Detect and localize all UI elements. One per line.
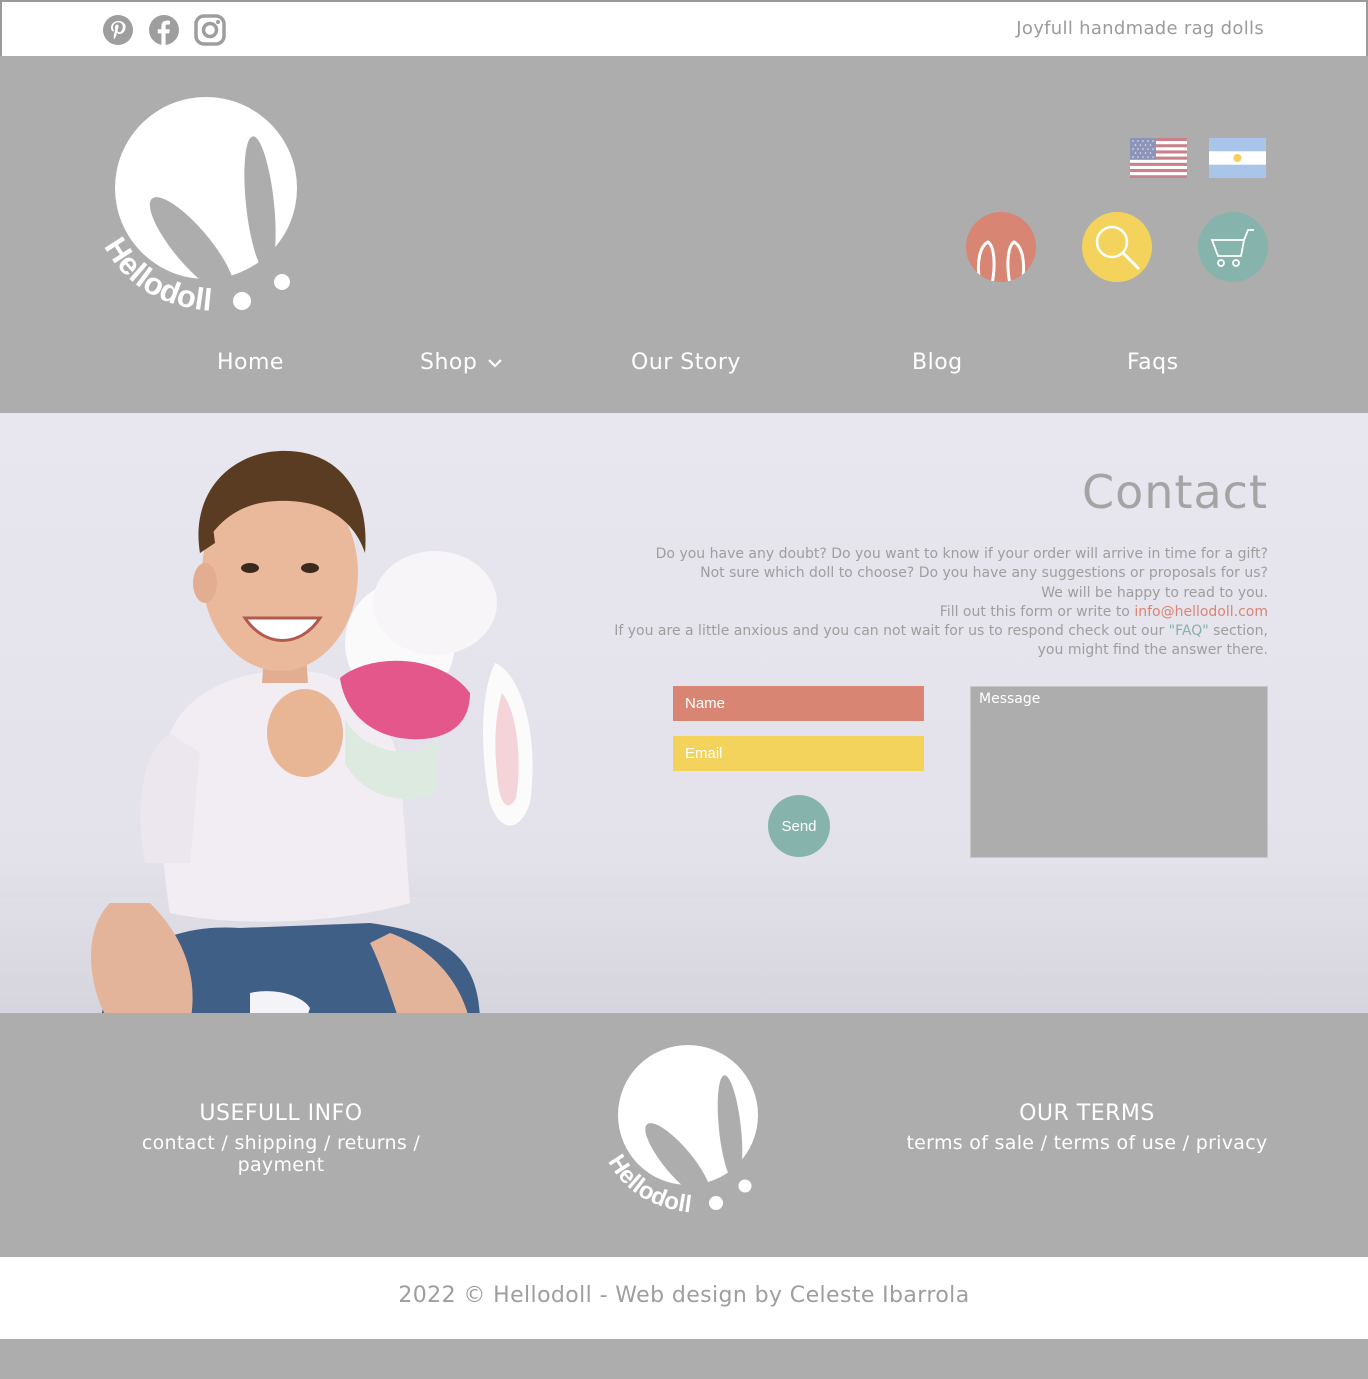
cart-button[interactable] <box>1198 212 1268 282</box>
nav-home[interactable]: Home <box>217 350 284 375</box>
faq-link[interactable]: "FAQ" <box>1169 623 1209 639</box>
contact-line-5-prefix: If you are a little anxious and you can … <box>614 623 1169 640</box>
useful-info-title: USEFULL INFO <box>199 1101 363 1126</box>
useful-info-links: contact / shipping / returns / payment <box>141 1132 421 1176</box>
message-field[interactable] <box>970 686 1268 858</box>
our-terms-links: terms of sale / terms of use / privacy <box>906 1132 1268 1154</box>
argentina-flag-icon[interactable] <box>1209 138 1266 178</box>
contact-description: Do you have any doubt? Do you want to kn… <box>548 545 1268 661</box>
footer-link-terms-of-sale[interactable]: terms of sale <box>906 1132 1034 1154</box>
cart-icon <box>1210 229 1254 267</box>
copyright-text: 2022 © Hellodoll - Web design by Celeste… <box>398 1283 970 1308</box>
hellodoll-logo[interactable]: Hellodoll <box>96 96 316 326</box>
name-field[interactable] <box>673 686 924 721</box>
our-terms: OUR TERMS terms of sale / terms of use /… <box>906 1101 1268 1154</box>
tagline: Joyfull handmade rag dolls <box>1016 18 1264 39</box>
header: Hellodoll Home Shop Our Story Blog Faqs <box>0 56 1368 413</box>
contact-line-5: If you are a little anxious and you can … <box>548 622 1268 641</box>
contact-email-link[interactable]: info@hellodoll.com <box>1134 604 1268 620</box>
contact-line-4: Fill out this form or write to info@hell… <box>548 603 1268 622</box>
copyright-bar: 2022 © Hellodoll - Web design by Celeste… <box>0 1257 1368 1339</box>
contact-line-2: Not sure which doll to choose? Do you ha… <box>700 565 1268 582</box>
search-icon <box>1095 225 1141 271</box>
language-flags <box>1130 138 1266 178</box>
nav-shop[interactable]: Shop <box>420 350 503 375</box>
account-button[interactable] <box>966 212 1036 282</box>
send-button[interactable]: Send <box>768 795 830 857</box>
main-nav: Home Shop Our Story Blog Faqs <box>0 346 1368 386</box>
chevron-down-icon <box>488 359 503 368</box>
rabbit-ears-icon <box>976 240 1026 282</box>
contact-hero: Contact Do you have any doubt? Do you wa… <box>0 413 1368 1013</box>
footer-link-returns[interactable]: returns <box>337 1132 407 1154</box>
page: Joyfull handmade rag dolls Hellodoll Hom… <box>0 0 1368 1379</box>
social-links <box>102 14 226 46</box>
useful-info: USEFULL INFO contact / shipping / return… <box>96 1101 466 1176</box>
nav-shop-label: Shop <box>420 350 478 375</box>
footer: USEFULL INFO contact / shipping / return… <box>0 1013 1368 1257</box>
footer-link-payment[interactable]: payment <box>238 1154 325 1176</box>
boy-with-doll-photo <box>91 450 533 1013</box>
nav-faqs[interactable]: Faqs <box>1127 350 1179 375</box>
footer-link-shipping[interactable]: shipping <box>234 1132 317 1154</box>
contact-line-3: We will be happy to read to you. <box>1041 584 1268 601</box>
contact-line-6: you might find the answer there. <box>1037 642 1268 659</box>
contact-line-1: Do you have any doubt? Do you want to kn… <box>655 546 1268 562</box>
header-actions <box>966 212 1268 282</box>
facebook-icon[interactable] <box>148 14 180 46</box>
email-field[interactable] <box>673 736 924 771</box>
contact-line-5-suffix: section, <box>1208 623 1268 640</box>
pinterest-icon[interactable] <box>102 14 134 46</box>
contact-line-4-prefix: Fill out this form or write to <box>939 603 1135 620</box>
footer-link-contact[interactable]: contact <box>142 1132 215 1154</box>
contact-title: Contact <box>1082 465 1268 519</box>
instagram-icon[interactable] <box>194 14 226 46</box>
footer-hellodoll-logo[interactable]: Hellodoll <box>598 1043 778 1228</box>
nav-blog[interactable]: Blog <box>912 350 963 375</box>
top-bar: Joyfull handmade rag dolls <box>0 0 1368 56</box>
our-terms-title: OUR TERMS <box>1019 1101 1155 1126</box>
footer-link-privacy[interactable]: privacy <box>1196 1132 1268 1154</box>
usa-flag-icon[interactable] <box>1130 138 1187 178</box>
search-button[interactable] <box>1082 212 1152 282</box>
nav-our-story[interactable]: Our Story <box>631 350 741 375</box>
footer-link-terms-of-use[interactable]: terms of use <box>1054 1132 1177 1154</box>
